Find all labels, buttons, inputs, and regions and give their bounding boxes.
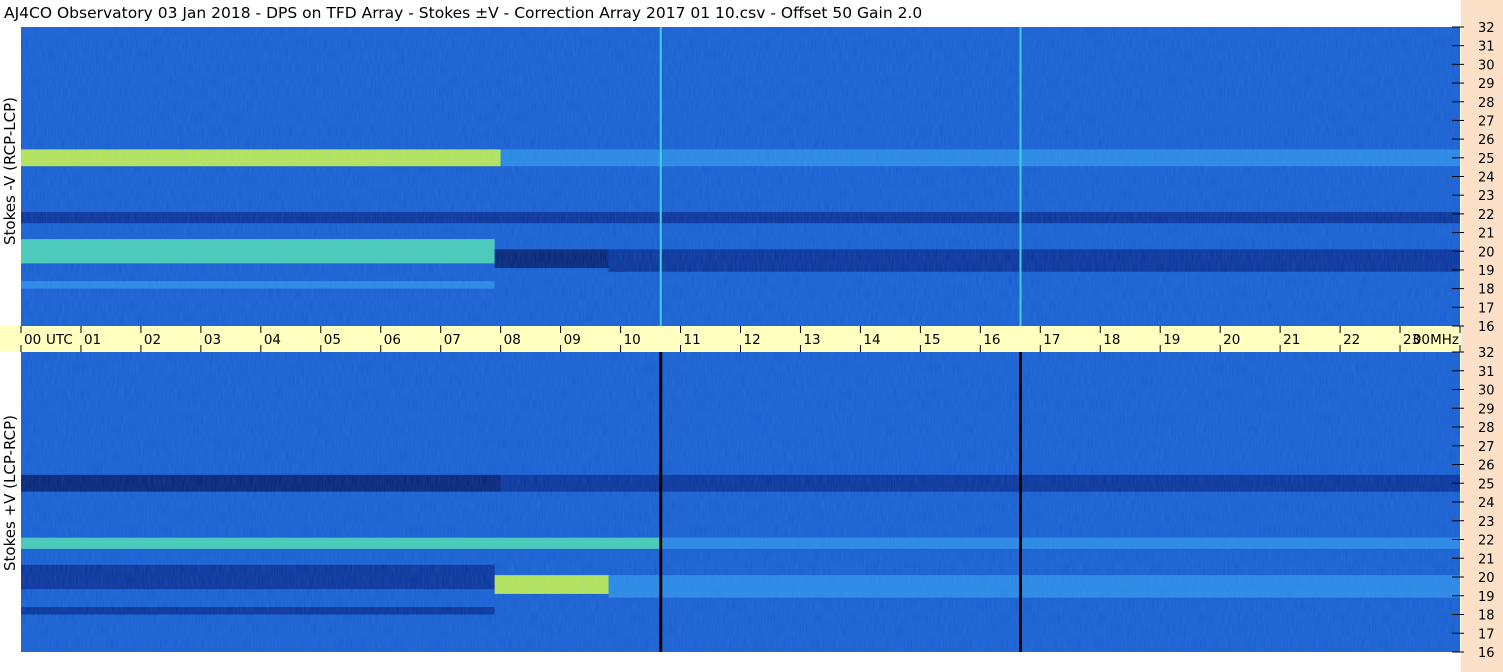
freq-tick-label: 17 (1478, 627, 1495, 642)
freq-tick-label: 30 (1478, 58, 1495, 73)
time-tick-label: 14 (863, 332, 880, 348)
freq-tick-label: 27 (1478, 114, 1495, 129)
freq-tick-label: 32 (1478, 21, 1495, 36)
time-tick-label: 16 (983, 332, 1000, 348)
freq-tick-label: 20 (1478, 571, 1495, 586)
freq-tick-label: 19 (1478, 590, 1495, 605)
freq-tick-label: 27 (1478, 440, 1495, 455)
freq-tick-label: 25 (1478, 477, 1495, 492)
freq-tick-label: 26 (1478, 133, 1495, 148)
spectrogram-texture (21, 352, 1460, 652)
freq-tick-label: 31 (1478, 365, 1495, 380)
time-tick-label: 15 (923, 332, 940, 348)
freq-tick-label: 32 (1478, 346, 1495, 361)
freq-tick-label: 19 (1478, 264, 1495, 279)
freq-tick-label: 16 (1478, 646, 1495, 661)
time-tick-label: 00 (1413, 332, 1430, 348)
time-tick-label: 01 (84, 332, 101, 348)
freq-unit-label: MHz (1430, 332, 1459, 348)
time-tick-label: 13 (803, 332, 820, 348)
freq-tick-label: 30 (1478, 384, 1495, 399)
time-tick-label: 19 (1163, 332, 1180, 348)
freq-tick-label: 20 (1478, 245, 1495, 260)
freq-tick-label: 22 (1478, 534, 1495, 549)
time-tick-label: 00 (24, 332, 41, 348)
spectrogram-texture (21, 27, 1460, 326)
time-tick-label: 11 (684, 332, 701, 348)
freq-tick-label: 29 (1478, 402, 1495, 417)
time-tick-label: 21 (1283, 332, 1300, 348)
freq-tick-label: 21 (1478, 552, 1495, 567)
time-tick-label: 02 (144, 332, 161, 348)
time-tick-label: 10 (624, 332, 641, 348)
time-tick-label: 12 (744, 332, 761, 348)
time-tick-label: 09 (564, 332, 581, 348)
time-tick-label: 07 (444, 332, 461, 348)
freq-tick-label: 18 (1478, 283, 1495, 298)
spectrogram-panel-2 (21, 352, 1461, 652)
freq-tick-label: 16 (1478, 320, 1495, 335)
spectrogram-chart: 00 01 02 03 04 05 06 07 08 09 10 11 12 13 14 15 16 17 18 19… (0, 21, 1495, 661)
time-unit-label: UTC (46, 332, 73, 348)
freq-tick-label: 26 (1478, 459, 1495, 474)
freq-tick-label: 25 (1478, 152, 1495, 167)
time-tick-label: 20 (1223, 332, 1240, 348)
time-tick-label: 05 (324, 332, 341, 348)
freq-tick-label: 23 (1478, 189, 1495, 204)
freq-tick-label: 17 (1478, 301, 1495, 316)
freq-tick-label: 28 (1478, 96, 1495, 111)
freq-tick-label: 28 (1478, 421, 1495, 436)
time-tick-label: 18 (1103, 332, 1120, 348)
freq-tick-label: 29 (1478, 77, 1495, 92)
time-tick-label: 04 (264, 332, 281, 348)
time-tick-label: 22 (1343, 332, 1360, 348)
freq-tick-label: 21 (1478, 227, 1495, 242)
time-tick-label: 06 (384, 332, 401, 348)
time-tick-label: 08 (504, 332, 521, 348)
time-tick-label: 17 (1043, 332, 1060, 348)
time-tick-label: 03 (204, 332, 221, 348)
freq-tick-label: 31 (1478, 40, 1495, 55)
spectrogram-panel-1 (21, 27, 1461, 326)
freq-tick-label: 22 (1478, 208, 1495, 223)
freq-tick-label: 24 (1478, 496, 1495, 511)
freq-tick-label: 23 (1478, 515, 1495, 530)
freq-tick-label: 18 (1478, 609, 1495, 624)
freq-tick-label: 24 (1478, 171, 1495, 186)
